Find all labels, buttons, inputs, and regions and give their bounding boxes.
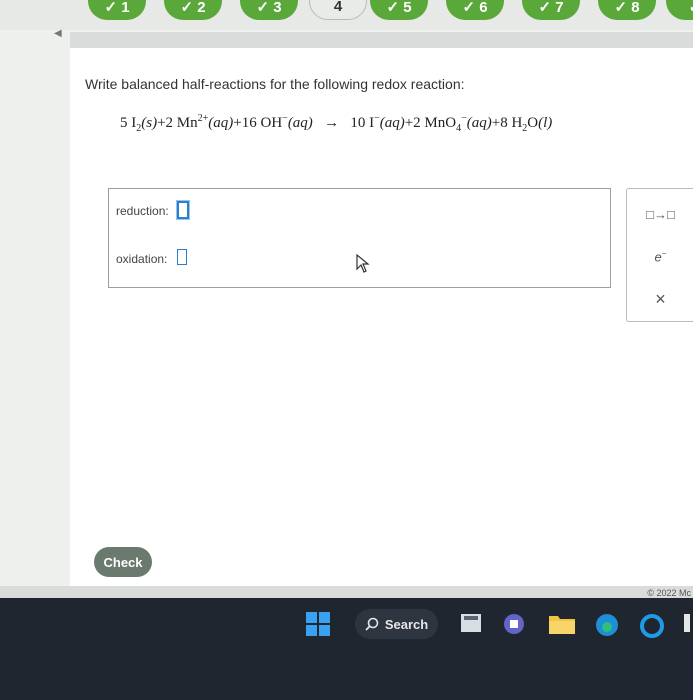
file-explorer-icon[interactable]	[460, 612, 484, 634]
taskbar: Search	[0, 598, 693, 700]
edge-browser-icon[interactable]	[594, 612, 620, 638]
back-arrow-icon[interactable]: ◀	[54, 28, 66, 40]
step-label: ✓ 6	[462, 0, 488, 16]
reaction-arrow-icon: →	[324, 115, 340, 131]
windows-start-icon[interactable]	[306, 612, 330, 636]
step-label: ✓ 3	[256, 0, 282, 16]
step-7[interactable]: ✓ 7	[522, 0, 580, 20]
oxidation-input[interactable]	[177, 249, 187, 265]
reduction-input[interactable]	[177, 201, 189, 219]
search-label: Search	[384, 616, 429, 632]
redox-equation: 5 I2(s)+2 Mn2+(aq)+16 OH−(aq) → 10 I−(aq…	[120, 113, 553, 134]
step-4[interactable]: 4	[309, 0, 367, 20]
copyright-text: © 2022 Mc	[647, 588, 691, 598]
step-8[interactable]: ✓ 8	[598, 0, 656, 20]
step-1[interactable]: ✓ 1	[88, 0, 146, 20]
search-icon	[365, 617, 379, 631]
step-label: ✓ 5	[386, 0, 412, 16]
step-label: ✓ 8	[614, 0, 640, 16]
step-label: ✓ 2	[180, 0, 206, 16]
electron-button[interactable]: e−	[627, 249, 693, 264]
cortana-icon[interactable]	[638, 612, 666, 640]
close-icon: ×	[655, 289, 666, 309]
footer-strip	[0, 586, 693, 598]
oxidation-label: oxidation:	[116, 252, 168, 266]
tool-palette: □→□ e− ×	[626, 188, 693, 322]
step-label: ✓ 7	[538, 0, 564, 16]
reduction-label: reduction:	[116, 204, 169, 218]
step-5[interactable]: ✓ 5	[370, 0, 428, 20]
folder-icon[interactable]	[548, 612, 576, 636]
header-band	[70, 32, 693, 48]
arrow-template-button[interactable]: □→□	[627, 207, 693, 222]
step-6[interactable]: ✓ 6	[446, 0, 504, 20]
progress-bar: ✓ 1 ✓ 2 ✓ 3 4 ✓ 5 ✓ 6 ✓ 7 ✓ 8 ✓	[0, 0, 693, 30]
clear-button[interactable]: ×	[627, 289, 693, 310]
step-3[interactable]: ✓ 3	[240, 0, 298, 20]
step-2[interactable]: ✓ 2	[164, 0, 222, 20]
step-9[interactable]: ✓	[666, 0, 693, 20]
step-label: ✓ 1	[104, 0, 130, 16]
step-label: ✓	[689, 0, 693, 16]
check-button[interactable]: Check	[94, 547, 152, 577]
question-prompt: Write balanced half-reactions for the fo…	[85, 76, 465, 92]
teams-icon[interactable]	[502, 612, 526, 636]
taskbar-app-icon[interactable]	[684, 614, 690, 632]
step-label: 4	[333, 0, 343, 15]
mouse-cursor-icon	[356, 254, 370, 273]
taskbar-search-button[interactable]: Search	[355, 609, 438, 639]
